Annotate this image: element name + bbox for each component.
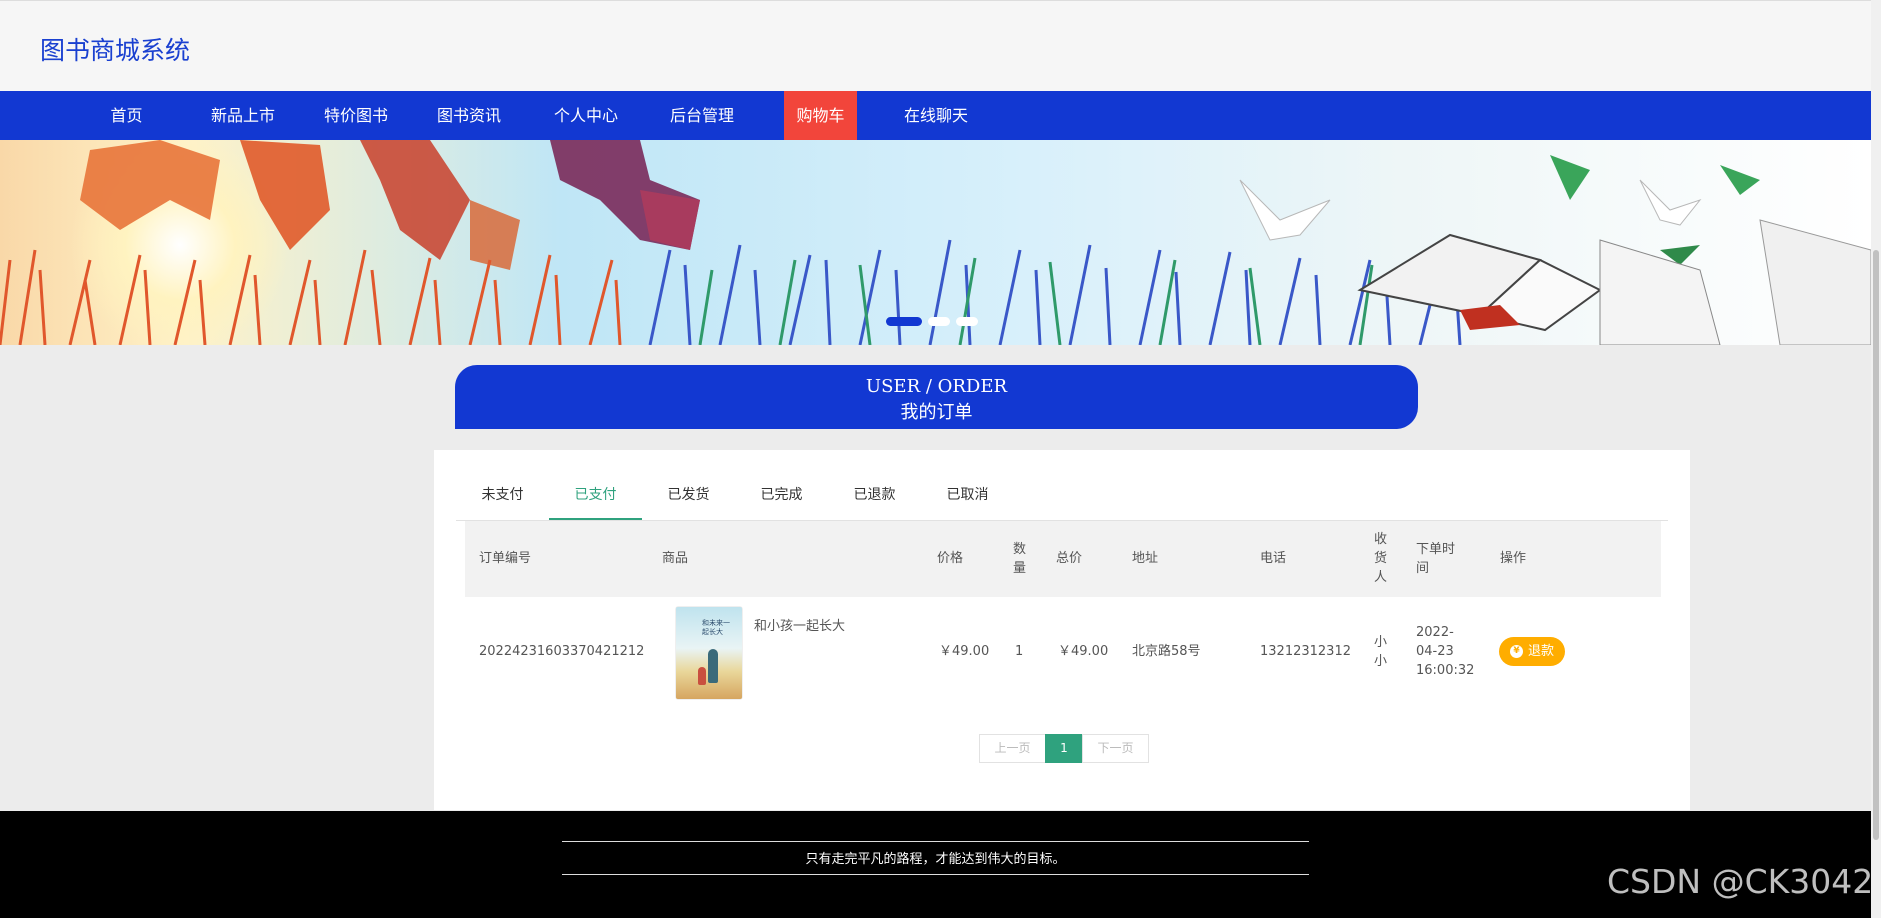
header-order-no: 订单编号 — [479, 551, 532, 566]
yen-icon: ¥ — [1510, 645, 1523, 658]
nav-new-arrivals[interactable]: 新品上市 — [205, 91, 281, 140]
footer-slogan: 只有走完平凡的路程，才能达到伟大的目标。 — [805, 852, 1066, 867]
nav-special-books[interactable]: 特价图书 — [318, 91, 394, 140]
book-cover-title: 和未来一起长大 — [702, 619, 730, 636]
tab-paid[interactable]: 已支付 — [549, 470, 642, 520]
nav-personal-center[interactable]: 个人中心 — [548, 91, 624, 140]
order-receiver: 小 小 — [1374, 635, 1388, 669]
tab-shipped[interactable]: 已发货 — [642, 470, 735, 520]
header-quantity: 数 量 — [1013, 542, 1027, 576]
carousel-dot-1[interactable] — [886, 317, 922, 326]
section-title-en: USER / ORDER — [865, 376, 1008, 397]
cover-figure-child — [698, 667, 706, 685]
prev-page-button[interactable]: 上一页 — [979, 734, 1046, 763]
order-total: ￥49.00 — [1058, 644, 1109, 659]
site-title[interactable]: 图书商城系统 — [40, 31, 190, 67]
book-cover-image[interactable]: 和未来一起长大 — [676, 607, 742, 699]
footer-rule-top — [562, 841, 1309, 842]
banner-illustration — [0, 140, 1871, 345]
header-total: 总价 — [1056, 551, 1083, 566]
banner-carousel[interactable] — [0, 140, 1871, 345]
refund-button[interactable]: ¥ 退款 — [1499, 637, 1565, 666]
header-action: 操作 — [1500, 551, 1527, 566]
section-title-zh: 我的订单 — [900, 402, 973, 423]
header-address: 地址 — [1132, 551, 1159, 566]
tab-completed[interactable]: 已完成 — [735, 470, 828, 520]
carousel-dot-2[interactable] — [928, 317, 950, 326]
footer: 只有走完平凡的路程，才能达到伟大的目标。 — [0, 811, 1871, 918]
order-address: 北京路58号 — [1132, 644, 1201, 659]
page: 图书商城系统 首页 新品上市 特价图书 图书资讯 个人中心 后台管理 购物车 在… — [0, 0, 1871, 918]
header: 图书商城系统 — [0, 0, 1871, 92]
carousel-dot-3[interactable] — [956, 317, 978, 326]
nav-online-chat[interactable]: 在线聊天 — [898, 91, 974, 140]
cover-figure-adult — [708, 649, 718, 683]
order-phone: 13212312312 — [1260, 644, 1351, 659]
header-receiver: 收 货 人 — [1374, 532, 1388, 585]
order-number: 20224231603370421212 — [479, 644, 645, 659]
tab-cancelled[interactable]: 已取消 — [921, 470, 1014, 520]
tab-refunded[interactable]: 已退款 — [828, 470, 921, 520]
header-order-time: 下单时 间 — [1416, 542, 1456, 576]
footer-rule-bottom — [562, 874, 1309, 875]
header-product: 商品 — [662, 551, 689, 566]
refund-button-label: 退款 — [1528, 644, 1555, 659]
page-scrollbar[interactable] — [1871, 0, 1881, 918]
order-quantity: 1 — [1015, 644, 1024, 659]
product-name[interactable]: 和小孩一起长大 — [754, 617, 845, 636]
table-header: 订单编号 商品 价格 数 量 总价 地址 电话 收 货 人 下单时 间 操作 — [465, 521, 1661, 597]
header-price: 价格 — [937, 551, 964, 566]
csdn-watermark: CSDN @CK3042 — [1607, 862, 1874, 901]
nav-home[interactable]: 首页 — [103, 91, 150, 140]
tab-unpaid[interactable]: 未支付 — [456, 470, 549, 520]
nav-book-news[interactable]: 图书资讯 — [431, 91, 507, 140]
order-price: ￥49.00 — [939, 644, 990, 659]
table-row: 20224231603370421212 和未来一起长大 和小孩一起长大 ￥49… — [465, 597, 1661, 707]
nav-cart[interactable]: 购物车 — [784, 91, 857, 140]
scrollbar-thumb[interactable] — [1873, 250, 1879, 840]
page-1-button[interactable]: 1 — [1045, 734, 1083, 763]
header-phone: 电话 — [1260, 551, 1287, 566]
order-time: 2022- 04-23 16:00:32 — [1416, 625, 1475, 678]
section-header: USER / ORDER 我的订单 — [455, 365, 1418, 429]
main-nav: 首页 新品上市 特价图书 图书资讯 个人中心 后台管理 购物车 在线聊天 — [0, 91, 1871, 140]
next-page-button[interactable]: 下一页 — [1082, 734, 1149, 763]
order-status-tabs: 未支付 已支付 已发货 已完成 已退款 已取消 — [456, 470, 1668, 521]
order-panel: 未支付 已支付 已发货 已完成 已退款 已取消 订单编号 商品 价格 数 量 总… — [434, 450, 1690, 810]
nav-admin[interactable]: 后台管理 — [664, 91, 740, 140]
